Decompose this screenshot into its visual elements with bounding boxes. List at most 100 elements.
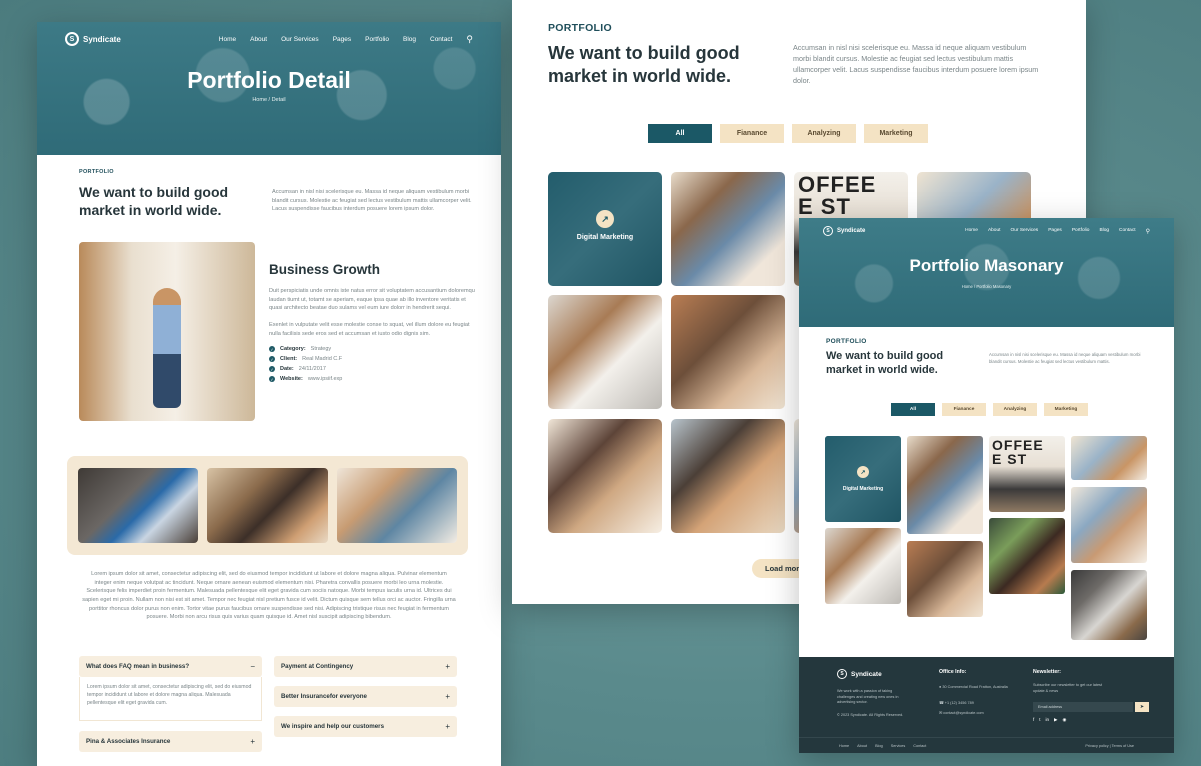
business-growth-paragraph-1: Duit perspiciatis unde omnis iste natus … [269, 288, 475, 312]
masonry-item[interactable] [1071, 487, 1147, 563]
site-footer: S Syndicate We work with a passion of ta… [799, 657, 1174, 753]
masonry-item-featured[interactable]: ↗ Digital Marketing [825, 436, 901, 522]
detail-hero: S Syndicate Home About Our Services Page… [37, 22, 501, 155]
filter-all[interactable]: All [648, 124, 712, 143]
portfolio-item[interactable] [671, 172, 785, 286]
brand-name: Syndicate [83, 34, 121, 44]
linkedin-icon[interactable]: in [1046, 717, 1050, 723]
office-email[interactable]: ✉ contact@syndicate.com [939, 711, 984, 717]
breadcrumb: Home / Portfolio Masonary [961, 284, 1012, 289]
office-info-title: Office Info: [939, 669, 967, 675]
check-icon: ✓ [269, 376, 275, 383]
footer-logo[interactable]: S Syndicate [837, 669, 882, 679]
masonry-item[interactable] [1071, 570, 1147, 640]
masonry-item[interactable] [907, 436, 983, 534]
faq-item[interactable]: Payment at Contingency + [274, 656, 457, 677]
office-phone[interactable]: ☎ +1 (12) 3456 789 [939, 701, 974, 707]
portfolio-item[interactable] [671, 419, 785, 533]
nav-pages[interactable]: Pages [1048, 228, 1062, 235]
search-icon[interactable]: ⚲ [1146, 228, 1150, 235]
newsletter-text: Subscribe our newsletter to get our late… [1033, 683, 1103, 693]
footer-legal-links[interactable]: Privacy policy | Terms of Use [1085, 744, 1134, 748]
nav-portfolio[interactable]: Portfolio [365, 36, 389, 43]
gallery-photo[interactable] [207, 468, 328, 543]
filter-finance[interactable]: Fianance [720, 124, 784, 143]
business-growth-title: Business Growth [269, 262, 381, 277]
masonry-item[interactable] [907, 541, 983, 617]
facebook-icon[interactable]: f [1033, 717, 1034, 723]
filter-finance[interactable]: Fianance [942, 403, 986, 416]
portfolio-item-featured[interactable]: ↗ Digital Marketing [548, 172, 662, 286]
portfolio-item-label: Digital Marketing [576, 234, 634, 241]
section-eyebrow: PORTFOLIO [79, 169, 114, 175]
filter-marketing[interactable]: Marketing [864, 124, 928, 143]
brand-logo[interactable]: S Syndicate [823, 226, 865, 236]
footer-link-blog[interactable]: Blog [875, 744, 883, 748]
footer-link-about[interactable]: About [857, 744, 867, 748]
nav-contact[interactable]: Contact [1119, 228, 1136, 235]
brand-logo[interactable]: S Syndicate [65, 32, 121, 46]
arrow-up-right-icon[interactable]: ↗ [596, 210, 614, 228]
nav-blog[interactable]: Blog [1099, 228, 1109, 235]
tile-overlay [825, 436, 901, 522]
send-icon[interactable]: ➤ [1135, 702, 1149, 712]
nav-blog[interactable]: Blog [403, 36, 416, 43]
detail-navbar: S Syndicate Home About Our Services Page… [37, 28, 501, 50]
masonry-item[interactable] [1071, 436, 1147, 480]
plus-icon: + [445, 662, 450, 671]
masonry-item[interactable] [989, 518, 1065, 594]
masonry-item[interactable] [825, 528, 901, 604]
nav-about[interactable]: About [988, 228, 1001, 235]
footer-link-services[interactable]: Services [891, 744, 906, 748]
portfolio-item[interactable] [548, 419, 662, 533]
faq-item-open[interactable]: What does FAQ mean in business? − [79, 656, 262, 677]
nav-contact[interactable]: Contact [430, 36, 452, 43]
youtube-icon[interactable]: ▶ [1054, 717, 1057, 723]
portfolio-filters: All Fianance Analyzing Marketing [648, 124, 928, 143]
logo-icon: S [65, 32, 79, 46]
twitter-icon[interactable]: t [1039, 717, 1040, 723]
arrow-up-right-icon[interactable]: ↗ [857, 466, 869, 478]
newsletter-email-input[interactable]: Email address [1033, 702, 1133, 712]
masonry-hero: S Syndicate Home About Our Services Page… [799, 218, 1174, 327]
meta-client: ✓ Client: Real Madrid C.F [269, 356, 343, 363]
faq-item[interactable]: Better Insurancefor everyone + [274, 686, 457, 707]
faq-item[interactable]: We inspire and help our customers + [274, 716, 457, 737]
nav-services[interactable]: Our Services [1010, 228, 1038, 235]
section-eyebrow: PORTFOLIO [548, 22, 612, 34]
filter-analyzing[interactable]: Analyzing [993, 403, 1037, 416]
portfolio-masonry-page: S Syndicate Home About Our Services Page… [799, 218, 1174, 753]
nav-services[interactable]: Our Services [281, 36, 319, 43]
portfolio-item[interactable] [548, 295, 662, 409]
portfolio-item[interactable] [671, 295, 785, 409]
search-icon[interactable]: ⚲ [466, 34, 473, 45]
footer-link-home[interactable]: Home [839, 744, 849, 748]
footer-link-contact[interactable]: Contact [913, 744, 926, 748]
instagram-icon[interactable]: ◉ [1063, 717, 1067, 723]
filter-marketing[interactable]: Marketing [1044, 403, 1088, 416]
nav-links: Home About Our Services Pages Portfolio … [219, 34, 473, 45]
gallery-photo[interactable] [78, 468, 199, 543]
project-meta-list: ✓ Category: Strategy ✓ Client: Real Madrid C… [269, 346, 479, 383]
section-heading: We want to build good market in world wi… [826, 350, 944, 376]
nav-home[interactable]: Home [965, 228, 978, 235]
check-icon: ✓ [269, 356, 275, 363]
filter-analyzing[interactable]: Analyzing [792, 124, 856, 143]
nav-about[interactable]: About [250, 36, 267, 43]
section-heading: We want to build good market in world wi… [548, 43, 740, 86]
section-intro: Accumsan in nisl nisi scelerisque eu. Ma… [272, 189, 472, 213]
section-heading: We want to build good market in world wi… [79, 184, 229, 218]
gallery-photo[interactable] [336, 468, 457, 543]
meta-category: ✓ Category: Strategy [269, 346, 332, 353]
faq-item[interactable]: Pina & Associates Insurance + [79, 731, 262, 752]
nav-home[interactable]: Home [219, 36, 236, 43]
meta-date: ✓ Date: 24/11/2017 [269, 366, 326, 373]
decorative-sign: OFFEE E ST [798, 172, 877, 219]
nav-pages[interactable]: Pages [333, 36, 351, 43]
section-eyebrow: PORTFOLIO [826, 338, 867, 345]
filter-all[interactable]: All [891, 403, 935, 416]
portfolio-detail-page: S Syndicate Home About Our Services Page… [37, 22, 501, 766]
nav-portfolio[interactable]: Portfolio [1072, 228, 1090, 235]
newsletter-title: Newsletter: [1033, 669, 1061, 675]
masonry-item[interactable]: OFFEE E ST [989, 436, 1065, 512]
